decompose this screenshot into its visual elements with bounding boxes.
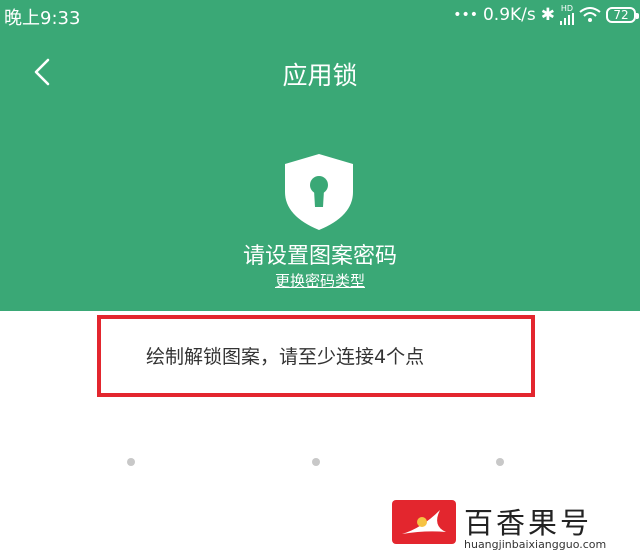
network-dots: ••• (453, 7, 478, 23)
shield-keyhole-icon (285, 154, 353, 230)
app-lock-screen: 晚上9:33 ••• 0.9K/s ✱ HD 72 应用锁 请设置图案密码 更换… (0, 0, 640, 556)
bluetooth-icon: ✱ (540, 5, 555, 25)
header: 晚上9:33 ••• 0.9K/s ✱ HD 72 应用锁 请设置图案密码 更换… (0, 0, 640, 311)
battery-icon: 72 (606, 7, 639, 23)
network-speed: 0.9K/s (482, 5, 536, 25)
status-bar: 晚上9:33 ••• 0.9K/s ✱ HD 72 (0, 0, 640, 30)
watermark-title: 百香果号 (464, 506, 593, 540)
wifi-icon (579, 7, 601, 22)
signal-bars-icon (560, 13, 574, 25)
status-time: 晚上9:33 (4, 8, 81, 29)
pattern-dot[interactable] (496, 458, 504, 466)
watermark-logo-icon (392, 500, 456, 544)
change-password-type-row: 更换密码类型 (0, 270, 640, 291)
set-pattern-prompt: 请设置图案密码 (242, 244, 397, 269)
page-title: 应用锁 (282, 61, 358, 90)
hd-label: HD (560, 4, 574, 13)
status-indicators: ••• 0.9K/s ✱ HD 72 (453, 3, 639, 27)
signal-icon: HD (560, 5, 574, 25)
watermark: 百香果号 huangjinbaixiangguo.com (392, 498, 632, 554)
pattern-dot[interactable] (127, 458, 135, 466)
battery-level: 72 (613, 8, 629, 22)
pattern-hint-text: 绘制解锁图案，请至少连接4个点 (146, 346, 425, 368)
watermark-url: huangjinbaixiangguo.com (464, 538, 607, 551)
change-password-type-link[interactable]: 更换密码类型 (275, 272, 365, 290)
pattern-dot[interactable] (312, 458, 320, 466)
